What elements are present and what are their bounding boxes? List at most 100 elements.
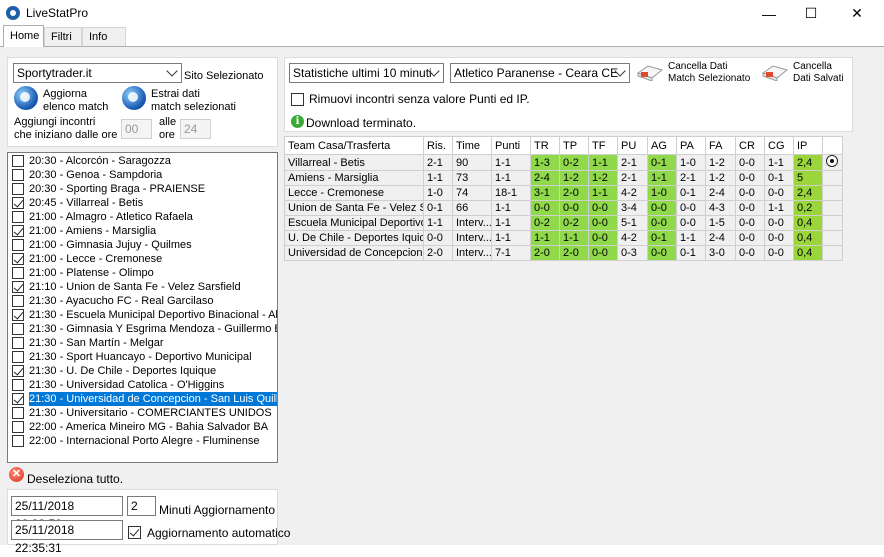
clear-selected-label-line1[interactable]: Cancella Dati — [668, 61, 727, 72]
site-select[interactable]: Sportytrader.it — [13, 63, 182, 83]
match-list-item[interactable]: 20:30 - Sporting Braga - PRAIENSE — [8, 182, 277, 196]
clear-saved-label-line2[interactable]: Dati Salvati — [793, 73, 844, 84]
match-list-item[interactable]: 21:30 - U. De Chile - Deportes Iquique — [8, 364, 277, 378]
column-header[interactable]: Time — [452, 136, 492, 155]
table-row[interactable]: Universidad de Concepcion - ...2-0Interv… — [284, 245, 843, 261]
match-checkbox[interactable] — [12, 253, 24, 265]
match-list-item[interactable]: 21:30 - Universidad de Concepcion - San … — [8, 392, 277, 406]
table-row[interactable]: Amiens - Marsiglia 1-1 73 1-1 2-4 1-2 1-2 2-1 1-… — [284, 170, 843, 186]
match-list-item[interactable]: 22:00 - Internacional Porto Alegre - Flu… — [8, 434, 277, 448]
stats-period-select[interactable]: Statistiche ultimi 10 minuti — [289, 63, 444, 83]
match-checkbox[interactable] — [12, 379, 24, 391]
match-list-item[interactable]: 21:30 - Universidad Catolica - O'Higgins — [8, 378, 277, 392]
match-list-item[interactable]: 21:30 - Gimnasia Y Esgrima Mendoza - Gui… — [8, 322, 277, 336]
match-list-item[interactable]: 20:30 - Alcorcón - Saragozza — [8, 154, 277, 168]
column-header[interactable]: AG — [647, 136, 677, 155]
match-list-item[interactable]: 21:00 - Gimnasia Jujuy - Quilmes — [8, 238, 277, 252]
refresh-soccer-ball-icon[interactable] — [14, 86, 38, 110]
match-list-item[interactable]: 21:00 - Lecce - Cremonese — [8, 252, 277, 266]
match-checkbox[interactable] — [12, 421, 24, 433]
match-checkbox[interactable] — [12, 351, 24, 363]
table-row[interactable]: Villarreal - Betis 2-1 90 1-1 1-3 0-2 1-1 2-1 0-… — [284, 154, 843, 171]
eraser-icon[interactable] — [761, 63, 789, 81]
update-minutes-input[interactable]: 2 — [127, 496, 156, 516]
column-header[interactable]: Punti — [491, 136, 531, 155]
extract-soccer-ball-icon[interactable] — [122, 86, 146, 110]
table-cell: 1-1 — [588, 185, 618, 201]
match-list-item[interactable]: 20:45 - Villarreal - Betis — [8, 196, 277, 210]
column-header[interactable]: TR — [530, 136, 560, 155]
match-list-item[interactable]: 21:30 - Escuela Municipal Deportivo Bina… — [8, 308, 277, 322]
match-checkbox[interactable] — [12, 281, 24, 293]
close-button[interactable]: ✕ — [834, 0, 880, 27]
match-list-item[interactable]: 20:30 - Genoa - Sampdoria — [8, 168, 277, 182]
tab-home[interactable]: Home — [3, 25, 44, 47]
refresh-label-line2[interactable]: elenco match — [43, 101, 108, 113]
refresh-label-line1[interactable]: Aggiorna — [43, 88, 87, 100]
match-list-item[interactable]: 21:30 - Sport Huancayo - Deportivo Munic… — [8, 350, 277, 364]
extract-label-line2[interactable]: match selezionati — [151, 101, 236, 113]
match-checkbox[interactable] — [12, 407, 24, 419]
deselect-all-label[interactable]: Deseleziona tutto. — [27, 472, 123, 486]
maximize-button[interactable]: ☐ — [788, 0, 834, 27]
eraser-icon[interactable] — [636, 63, 664, 81]
match-checkbox[interactable] — [12, 435, 24, 447]
match-list-item[interactable]: 21:30 - San Martín - Melgar — [8, 336, 277, 350]
auto-update-checkbox[interactable] — [128, 526, 141, 539]
extract-label-line1[interactable]: Estrai dati — [151, 88, 200, 100]
match-list-item[interactable]: 22:00 - America Mineiro MG - Bahia Salva… — [8, 420, 277, 434]
table-row[interactable]: Union de Santa Fe - Velez Sa...0-1661-10… — [284, 200, 843, 216]
table-cell: 2-1 — [617, 154, 648, 171]
match-checkbox[interactable] — [12, 239, 24, 251]
tab-filtri[interactable]: Filtri — [44, 27, 82, 46]
match-checkbox[interactable] — [12, 155, 24, 167]
column-header[interactable]: CR — [735, 136, 765, 155]
match-list-item[interactable]: 21:30 - Ayacucho FC - Real Garcilaso — [8, 294, 277, 308]
clear-saved-label-line1[interactable]: Cancella — [793, 61, 832, 72]
match-checkbox[interactable] — [12, 295, 24, 307]
match-checkbox[interactable] — [12, 225, 24, 237]
match-checkbox[interactable] — [12, 197, 24, 209]
column-header[interactable]: FA — [705, 136, 736, 155]
match-select[interactable]: Atletico Paranense - Ceara CE — [450, 63, 630, 83]
match-list-item[interactable]: 21:30 - Universitario - COMERCIANTES UNI… — [8, 406, 277, 420]
table-row[interactable]: Escuela Municipal Deportivo ...1-1Interv… — [284, 215, 843, 231]
column-header[interactable]: TF — [588, 136, 618, 155]
column-header[interactable] — [822, 136, 843, 155]
match-checkbox[interactable] — [12, 169, 24, 181]
table-cell: 0,4 — [793, 245, 823, 261]
table-row[interactable]: Lecce - Cremonese 1-0 74 18-1 3-1 2-0 1-1 4-2 1-… — [284, 185, 843, 201]
column-header[interactable]: PU — [617, 136, 648, 155]
next-update-field[interactable]: 25/11/2018 22:35:31 — [11, 520, 123, 555]
last-update-field[interactable]: 25/11/2018 22:33:56 — [11, 496, 123, 531]
column-header[interactable]: IP — [793, 136, 823, 155]
match-checkbox[interactable] — [12, 183, 24, 195]
column-header[interactable]: CG — [764, 136, 794, 155]
column-header[interactable]: TP — [559, 136, 589, 155]
table-row[interactable]: U. De Chile - Deportes Iquique 0-0 Interv.… — [284, 230, 843, 246]
match-list-item[interactable]: 21:10 - Union de Santa Fe - Velez Sarsfi… — [8, 280, 277, 294]
column-header[interactable]: Team Casa/Trasferta — [284, 136, 424, 155]
match-checkbox[interactable] — [12, 323, 24, 335]
match-list[interactable]: 20:30 - Alcorcón - Saragozza 20:30 - Geno… — [7, 152, 278, 463]
remove-empty-checkbox[interactable] — [291, 93, 304, 106]
table-cell: Interv... — [452, 245, 492, 261]
match-list-item[interactable]: 21:00 - Almagro - Atletico Rafaela — [8, 210, 277, 224]
match-checkbox[interactable] — [12, 309, 24, 321]
column-header[interactable]: PA — [676, 136, 706, 155]
to-hour-input[interactable]: 24 — [180, 119, 211, 139]
table-cell: 2-0 — [559, 185, 589, 201]
match-checkbox[interactable] — [12, 393, 24, 405]
minimize-button[interactable]: — — [746, 0, 792, 27]
tab-info[interactable]: Info — [82, 27, 126, 46]
deselect-x-icon[interactable]: ✕ — [9, 467, 24, 482]
match-checkbox[interactable] — [12, 365, 24, 377]
match-checkbox[interactable] — [12, 267, 24, 279]
match-checkbox[interactable] — [12, 337, 24, 349]
column-header[interactable]: Ris. — [423, 136, 453, 155]
from-hour-input[interactable]: 00 — [121, 119, 152, 139]
match-list-item[interactable]: 21:00 - Platense - Olimpo — [8, 266, 277, 280]
clear-selected-label-line2[interactable]: Match Selezionato — [668, 73, 750, 84]
match-checkbox[interactable] — [12, 211, 24, 223]
match-list-item[interactable]: 21:00 - Amiens - Marsiglia — [8, 224, 277, 238]
